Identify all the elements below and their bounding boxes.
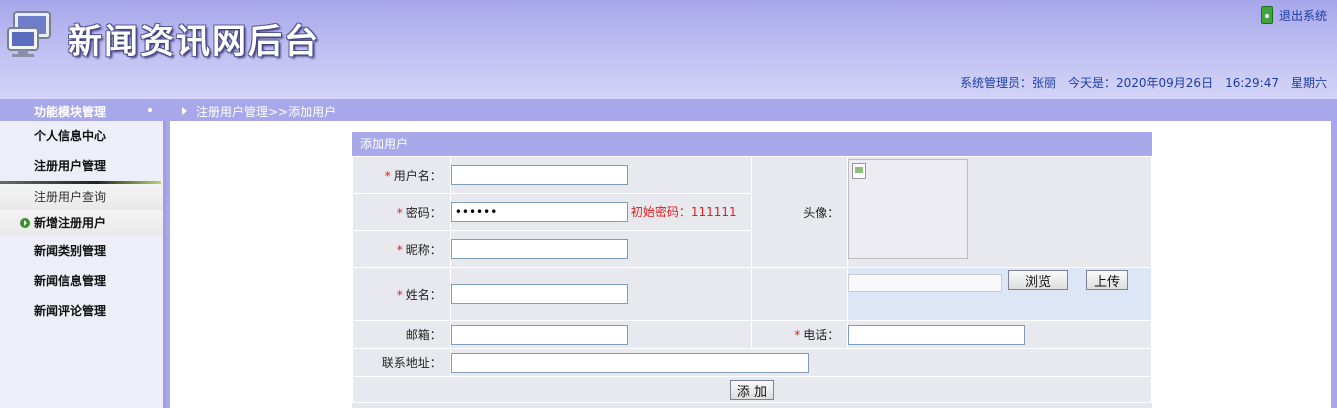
avatar-label: 头像：	[751, 156, 849, 268]
phone-input[interactable]	[848, 324, 1026, 345]
exit-door-icon	[1260, 6, 1273, 24]
computer-logo-icon	[7, 11, 51, 57]
address-input[interactable]	[450, 352, 809, 373]
upload-button[interactable]: 上传	[1085, 270, 1128, 290]
nickname-input[interactable]	[450, 239, 628, 259]
form-title: 添加用户	[352, 132, 1152, 156]
breadcrumb-arrow-icon	[182, 107, 187, 115]
sidebar-item-news[interactable]: 新闻信息管理	[0, 266, 163, 296]
broken-image-icon	[852, 163, 867, 179]
weekday-label: 星期六	[1290, 76, 1327, 90]
file-path-input[interactable]	[848, 273, 1003, 292]
browse-button[interactable]: 浏览	[1008, 270, 1069, 290]
sidebar-subitem-user-query[interactable]: 注册用户查询	[0, 184, 163, 210]
username-label: 用户名：	[393, 168, 442, 183]
password-input[interactable]	[450, 202, 628, 222]
sidebar-subitem-add-user[interactable]: 新增注册用户	[0, 210, 163, 236]
password-label: 密码：	[405, 205, 442, 220]
nickname-label: 昵称：	[405, 242, 442, 257]
sidebar-item-comments[interactable]: 新闻评论管理	[0, 296, 163, 326]
date-label: 今天是：2020年09月26日	[1067, 76, 1214, 90]
email-input[interactable]	[450, 324, 628, 345]
form-table: *用户名： 头像： *密码： 初始密码：111111 *昵称： *姓名：	[352, 156, 1153, 403]
site-title: 新闻资讯网后台	[68, 22, 320, 62]
arrow-right-icon	[20, 218, 30, 228]
add-user-form: 添加用户 *用户名： 头像： *密码： 初始密码：111111 *昵称：	[352, 132, 1153, 408]
sidebar-item-users[interactable]: 注册用户管理	[0, 151, 163, 181]
logout-label: 退出系统	[1278, 8, 1327, 23]
email-label: 邮箱：	[352, 320, 451, 349]
address-label: 联系地址：	[352, 348, 451, 377]
sidebar-item-categories[interactable]: 新闻类别管理	[0, 236, 163, 266]
realname-input[interactable]	[450, 284, 628, 304]
breadcrumb: 注册用户管理>>添加用户	[196, 105, 337, 119]
dot-icon	[148, 108, 152, 112]
time-label: 16:29:47	[1225, 76, 1279, 90]
header: 新闻资讯网后台 退出系统 系统管理员：张丽 今天是：2020年09月26日 16:2…	[0, 0, 1337, 99]
avatar-preview	[848, 159, 969, 259]
sidebar-subitem-label: 新增注册用户	[34, 216, 107, 230]
sidebar-title: 功能模块管理	[34, 105, 107, 119]
navbar: 功能模块管理 注册用户管理>>添加用户	[0, 99, 1337, 121]
status-line: 系统管理员：张丽 今天是：2020年09月26日 16:29:47 星期六	[948, 74, 1327, 91]
phone-label: 电话：	[803, 328, 840, 342]
realname-label: 姓名：	[405, 287, 442, 302]
admin-label: 系统管理员：张丽	[959, 76, 1056, 90]
password-hint: 初始密码：111111	[630, 205, 737, 219]
logout-link[interactable]: 退出系统	[1260, 6, 1327, 24]
add-button[interactable]: 添 加	[729, 379, 775, 400]
sidebar-item-profile[interactable]: 个人信息中心	[0, 121, 163, 151]
username-input[interactable]	[450, 165, 628, 185]
sidebar: 个人信息中心 注册用户管理 注册用户查询 新增注册用户 新闻类别管理 新闻信息管…	[0, 121, 166, 408]
